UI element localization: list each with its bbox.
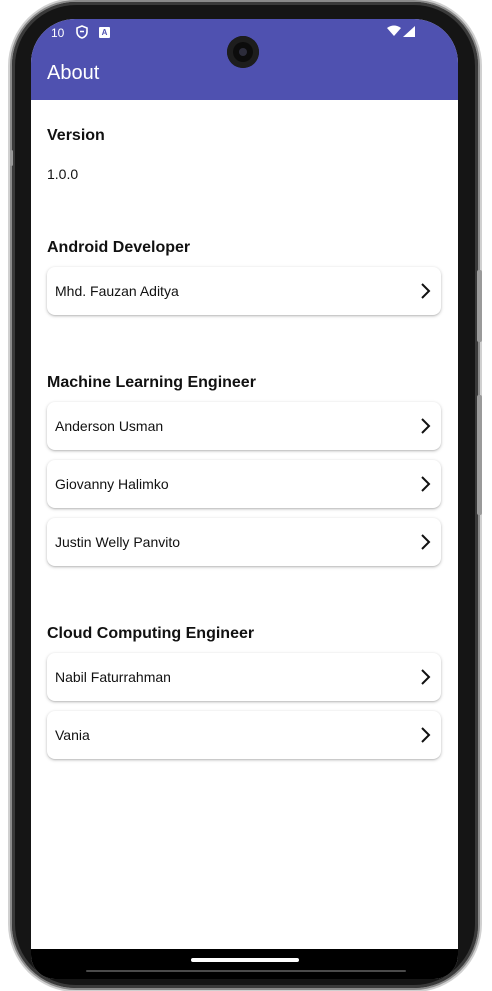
page-title: About (47, 62, 100, 84)
version-value: 1.0.0 (47, 166, 79, 182)
system-nav-bar (31, 949, 458, 979)
accessibility-badge-icon: A (99, 27, 110, 38)
section-title-cloud: Cloud Computing Engineer (47, 625, 255, 642)
member-card-vania[interactable]: Vania (47, 711, 441, 759)
side-key (10, 150, 13, 166)
front-camera (227, 36, 259, 68)
member-card-mhd-fauzan-aditya[interactable]: Mhd. Fauzan Aditya (47, 267, 441, 315)
chevron-right-icon (421, 727, 431, 743)
member-name: Anderson Usman (55, 418, 164, 434)
shield-icon (76, 25, 88, 42)
section-title-ml: Machine Learning Engineer (47, 374, 256, 391)
signal-icon (403, 26, 415, 40)
member-name: Nabil Faturrahman (55, 669, 171, 685)
wifi-icon (387, 25, 401, 40)
home-gesture-handle[interactable] (191, 958, 299, 962)
member-card-justin-welly-panvito[interactable]: Justin Welly Panvito (47, 518, 441, 566)
frame-edge (86, 970, 406, 972)
app-bar: 10 A About (31, 19, 458, 100)
chevron-right-icon (421, 418, 431, 434)
member-card-giovanny-halimko[interactable]: Giovanny Halimko (47, 460, 441, 508)
chevron-right-icon (421, 476, 431, 492)
power-button (477, 270, 482, 342)
member-card-anderson-usman[interactable]: Anderson Usman (47, 402, 441, 450)
member-name: Justin Welly Panvito (55, 534, 181, 550)
member-card-nabil-faturrahman[interactable]: Nabil Faturrahman (47, 653, 441, 701)
volume-button (477, 395, 482, 515)
member-name: Vania (55, 727, 90, 743)
chevron-right-icon (421, 534, 431, 550)
screen: 10 A About Version 1.0.0 Android Develop… (31, 19, 458, 979)
chevron-right-icon (421, 669, 431, 685)
member-name: Giovanny Halimko (55, 476, 169, 492)
status-time: 10 (51, 26, 65, 40)
member-name: Mhd. Fauzan Aditya (55, 283, 179, 299)
version-title: Version (47, 127, 105, 144)
section-title-android: Android Developer (47, 239, 191, 256)
chevron-right-icon (421, 283, 431, 299)
